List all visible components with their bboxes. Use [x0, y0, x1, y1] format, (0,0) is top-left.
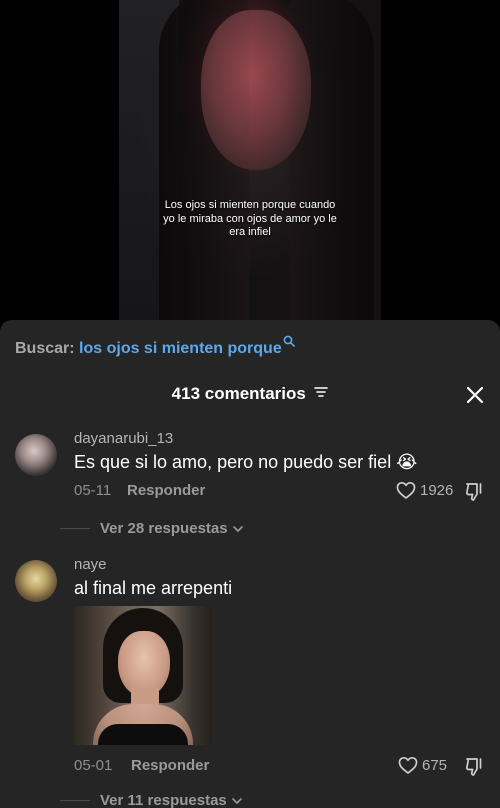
comment-username[interactable]: naye [74, 556, 107, 573]
avatar[interactable] [15, 434, 57, 476]
comment-date: 05-11 [74, 482, 112, 499]
image-clothing [98, 724, 188, 745]
comments-header: 413 comentarios [0, 384, 500, 408]
search-label: Buscar: [15, 340, 75, 357]
search-query[interactable]: los ojos si mienten porque [79, 340, 282, 357]
heart-icon[interactable] [396, 481, 416, 500]
reply-button[interactable]: Responder [131, 757, 209, 774]
close-icon[interactable] [464, 384, 486, 406]
reply-button[interactable]: Responder [127, 482, 205, 499]
replies-divider [60, 528, 90, 529]
comment-text: al final me arrepenti [74, 578, 233, 598]
comment-text: Es que si lo amo, pero no puedo ser fiel… [74, 452, 418, 472]
replies-divider [60, 800, 90, 801]
view-replies-button[interactable]: Ver 11 respuestas [60, 792, 244, 808]
video-face [201, 10, 311, 170]
view-replies-label[interactable]: Ver 28 respuestas [100, 520, 228, 537]
view-replies-button[interactable]: Ver 28 respuestas [60, 520, 245, 537]
comment-image[interactable] [73, 606, 212, 745]
comments-panel: Buscar: los ojos si mienten porque 413 c… [0, 320, 500, 808]
comment-username[interactable]: dayanarubi_13 [74, 430, 173, 447]
comment-date: 05-01 [74, 757, 113, 774]
dislike-icon[interactable] [464, 481, 486, 503]
chevron-down-icon [231, 797, 242, 804]
search-suggestion[interactable]: Buscar: los ojos si mienten porque [15, 335, 295, 358]
like-button[interactable]: 1926 [396, 481, 453, 500]
video-frame[interactable] [119, 0, 381, 330]
video-caption: Los ojos si mienten porque cuando yo le … [163, 199, 337, 238]
like-button[interactable]: 675 [398, 756, 447, 775]
heart-icon[interactable] [398, 756, 418, 775]
comments-count: 413 comentarios [171, 384, 306, 403]
dislike-icon[interactable] [464, 756, 486, 778]
avatar[interactable] [15, 560, 57, 602]
filter-icon[interactable] [314, 385, 329, 403]
chevron-down-icon [232, 525, 243, 532]
view-replies-label[interactable]: Ver 11 respuestas [100, 792, 227, 808]
like-count: 675 [422, 757, 448, 774]
like-count: 1926 [420, 482, 454, 499]
search-icon[interactable] [283, 334, 295, 347]
video-player[interactable]: Los ojos si mienten porque cuando yo le … [0, 0, 500, 330]
close-button[interactable] [464, 384, 486, 406]
